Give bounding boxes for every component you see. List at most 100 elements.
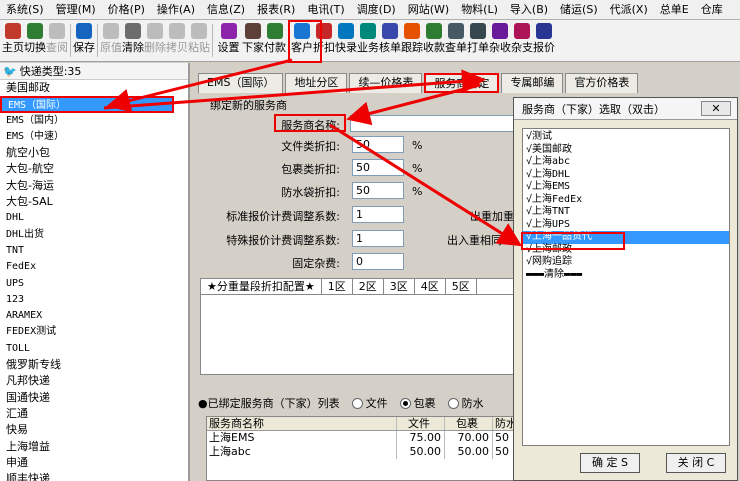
- spec-coef-field[interactable]: 1: [352, 230, 404, 247]
- col-doc[interactable]: 文件: [397, 417, 445, 430]
- list-item[interactable]: √上海EMS: [523, 181, 729, 194]
- tab-5[interactable]: 官方价格表: [565, 73, 639, 93]
- list-item[interactable]: 大包-海运: [0, 178, 188, 194]
- menu-item[interactable]: 电讯(T): [301, 0, 350, 19]
- toolbar-button-payment[interactable]: 付款: [264, 20, 286, 61]
- close-button[interactable]: 关 闭 C: [666, 453, 726, 473]
- waterproof-discount-field[interactable]: 50: [352, 182, 404, 199]
- list-item[interactable]: √上海UPS: [523, 219, 729, 232]
- tab-2[interactable]: 续—价格表: [349, 73, 423, 93]
- list-item[interactable]: EMS（国际）: [0, 96, 174, 113]
- toolbar-button-switch[interactable]: 切换: [24, 20, 46, 61]
- list-item[interactable]: √上海abc: [523, 156, 729, 169]
- list-item[interactable]: EMS（中速）: [0, 129, 188, 145]
- list-item[interactable]: √美国邮政: [523, 144, 729, 157]
- toolbar-button-paste[interactable]: 粘贴: [188, 20, 210, 61]
- radio-pkg[interactable]: [399, 397, 411, 409]
- toolbar-button-delete[interactable]: 删除: [144, 20, 166, 61]
- menu-item[interactable]: 总单E: [654, 0, 695, 19]
- toolbar-button-home[interactable]: 主页: [2, 20, 24, 61]
- tab-4[interactable]: 专属邮编: [501, 73, 564, 93]
- std-coef-field[interactable]: 1: [352, 206, 404, 223]
- list-item[interactable]: 快易: [0, 422, 188, 438]
- menu-item[interactable]: 储运(S): [554, 0, 604, 19]
- menu-item[interactable]: 信息(Z): [201, 0, 251, 19]
- service-name-field[interactable]: [350, 115, 540, 132]
- list-item[interactable]: 航空小包: [0, 145, 188, 161]
- toolbar-button-restore[interactable]: 原值: [100, 20, 122, 61]
- menu-item[interactable]: 操作(A): [151, 0, 201, 19]
- toolbar-button-quick-entry[interactable]: 快录: [335, 20, 357, 61]
- menu-item[interactable]: 调度(D): [351, 0, 402, 19]
- list-item[interactable]: √上海TNT: [523, 206, 729, 219]
- list-item[interactable]: 俄罗斯专线: [0, 357, 188, 373]
- list-item[interactable]: 国通快递: [0, 390, 188, 406]
- dialog-close-icon[interactable]: ✕: [701, 101, 731, 116]
- zone-discount-grid[interactable]: [200, 295, 530, 375]
- list-item[interactable]: √上海FedEx: [523, 194, 729, 207]
- tab-3[interactable]: 服务商绑定: [424, 73, 500, 93]
- list-item[interactable]: FedEx: [0, 259, 188, 275]
- list-item[interactable]: √上海一品货代: [523, 231, 729, 244]
- list-item[interactable]: 凡邦快递: [0, 373, 188, 389]
- toolbar-button-save[interactable]: 保存: [73, 20, 95, 61]
- toolbar-button-view[interactable]: 查阅: [46, 20, 68, 61]
- tab-1[interactable]: 地址分区: [285, 73, 348, 93]
- list-item[interactable]: ▬▬▬清除▬▬▬: [523, 269, 729, 282]
- list-item[interactable]: √上海DHL: [523, 169, 729, 182]
- menu-item[interactable]: 网站(W): [402, 0, 455, 19]
- menu-item[interactable]: 仓库: [695, 0, 729, 19]
- col-pkg[interactable]: 包裹: [445, 417, 493, 430]
- menu-item[interactable]: 报表(R): [251, 0, 301, 19]
- table-row[interactable]: 上海abc 50.00 50.00 50: [207, 445, 535, 459]
- list-item[interactable]: √网购追踪: [523, 256, 729, 269]
- list-item[interactable]: EMS（国内）: [0, 113, 188, 129]
- list-item[interactable]: TNT: [0, 243, 188, 259]
- ok-button[interactable]: 确 定 S: [580, 453, 640, 473]
- list-item[interactable]: 大包-SAL: [0, 194, 188, 210]
- menu-item[interactable]: 代派(X): [604, 0, 654, 19]
- col-service-name[interactable]: 服务商名称: [207, 417, 397, 430]
- list-item[interactable]: 顺丰快递: [0, 471, 188, 481]
- radio-doc[interactable]: [351, 397, 363, 409]
- toolbar-button-copy[interactable]: 拷贝: [166, 20, 188, 61]
- list-item[interactable]: 美国邮政: [0, 80, 188, 96]
- list-item[interactable]: 大包-航空: [0, 161, 188, 177]
- toolbar-button-track[interactable]: 跟踪: [401, 20, 423, 61]
- toolbar-button-settings[interactable]: 设置: [215, 20, 242, 61]
- toolbar-button-misc-income[interactable]: 杂收: [489, 20, 511, 61]
- table-row[interactable]: 上海EMS 75.00 70.00 50: [207, 431, 535, 445]
- toolbar-button-verify[interactable]: 核单: [379, 20, 401, 61]
- list-item[interactable]: ARAMEX: [0, 308, 188, 324]
- menu-item[interactable]: 系统(S): [0, 0, 50, 19]
- list-item[interactable]: √测试: [523, 131, 729, 144]
- menu-item[interactable]: 管理(M): [50, 0, 102, 19]
- list-item[interactable]: 上海增益: [0, 439, 188, 455]
- menu-item[interactable]: 价格(P): [102, 0, 151, 19]
- toolbar-button-clear[interactable]: 清除: [122, 20, 144, 61]
- toolbar-button-downstream[interactable]: 下家: [242, 20, 264, 61]
- radio-waterproof[interactable]: [447, 397, 459, 409]
- toolbar-button-print[interactable]: 打单: [467, 20, 489, 61]
- list-item[interactable]: √上海邮政: [523, 244, 729, 257]
- fixed-fee-field[interactable]: 0: [352, 253, 404, 270]
- list-item[interactable]: 123: [0, 292, 188, 308]
- doc-discount-field[interactable]: 50: [352, 136, 404, 153]
- list-item[interactable]: UPS: [0, 276, 188, 292]
- tab-0[interactable]: EMS（国际）: [198, 73, 284, 93]
- pkg-discount-field[interactable]: 50: [352, 159, 404, 176]
- menu-item[interactable]: 导入(B): [504, 0, 554, 19]
- toolbar-button-customer[interactable]: 客户: [291, 20, 313, 61]
- toolbar-button-misc-expense[interactable]: 杂支: [511, 20, 533, 61]
- list-item[interactable]: DHL出货: [0, 227, 188, 243]
- list-item[interactable]: 汇通: [0, 406, 188, 422]
- toolbar-button-discount[interactable]: 折扣: [313, 20, 335, 61]
- toolbar-button-query[interactable]: 查单: [445, 20, 467, 61]
- list-item[interactable]: TOLL: [0, 341, 188, 357]
- toolbar-button-business[interactable]: 业务: [357, 20, 379, 61]
- list-item[interactable]: DHL: [0, 210, 188, 226]
- list-item[interactable]: 申通: [0, 455, 188, 471]
- menu-item[interactable]: 物料(L): [455, 0, 504, 19]
- toolbar-button-quote[interactable]: 报价: [533, 20, 555, 61]
- toolbar-button-receive[interactable]: 收款: [423, 20, 445, 61]
